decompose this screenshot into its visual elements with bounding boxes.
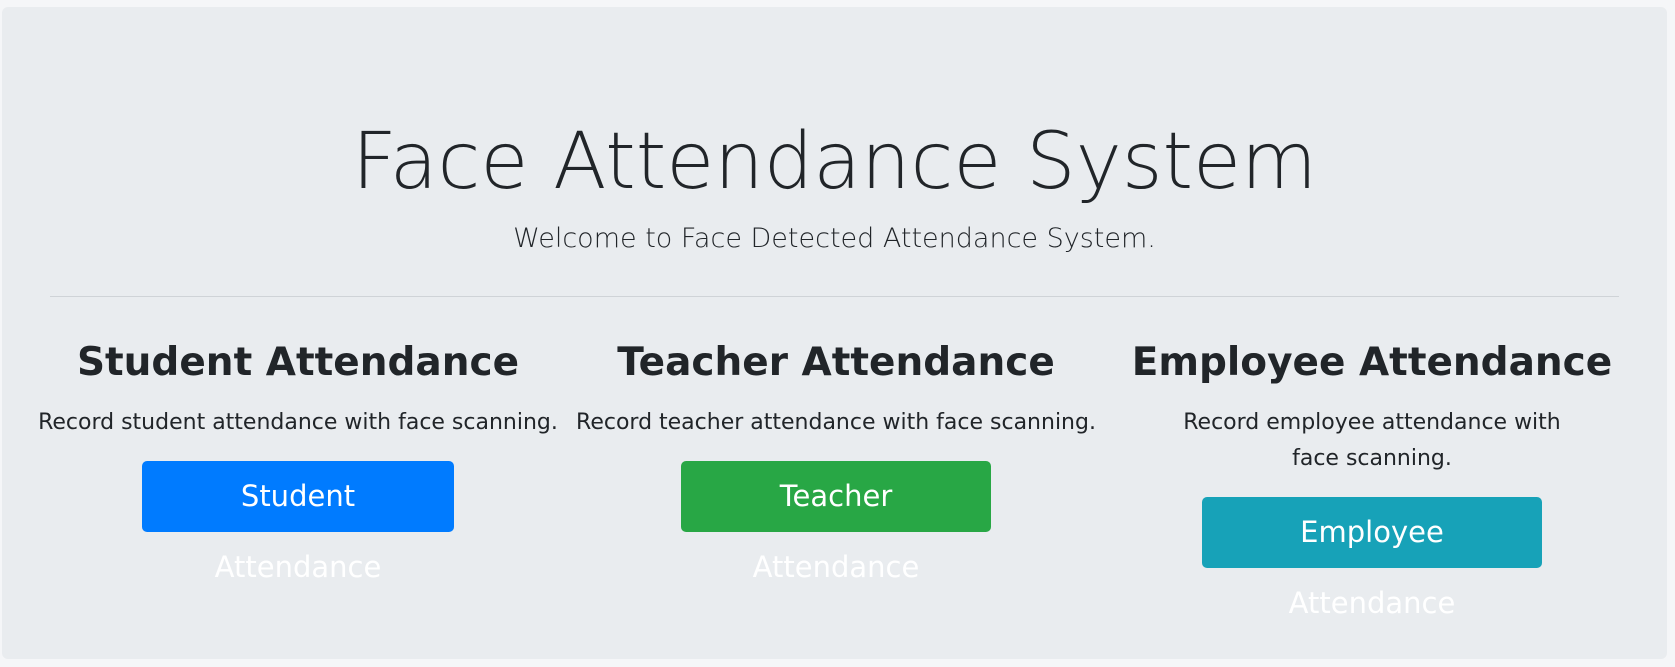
student-attendance-button[interactable]: Student Attendance [142, 461, 454, 584]
divider [50, 296, 1619, 297]
student-description: Record student attendance with face scan… [38, 410, 558, 435]
page-subtitle: Welcome to Face Detected Attendance Syst… [513, 223, 1156, 254]
employee-section: Employee Attendance Record employee atte… [1112, 337, 1632, 620]
jumbotron: Face Attendance System Welcome to Face D… [2, 7, 1667, 659]
student-heading: Student Attendance [76, 340, 520, 385]
employee-heading: Employee Attendance [1131, 340, 1613, 385]
employee-description: Record employee attendance with face sca… [1183, 410, 1561, 471]
employee-attendance-button[interactable]: Employee Attendance [1202, 497, 1542, 620]
page-title: Face Attendance System [351, 117, 1318, 207]
student-section: Student Attendance Record student attend… [38, 337, 558, 584]
teacher-heading: Teacher Attendance [617, 340, 1055, 385]
teacher-attendance-button[interactable]: Teacher Attendance [681, 461, 991, 584]
teacher-section: Teacher Attendance Record teacher attend… [576, 337, 1096, 584]
teacher-description: Record teacher attendance with face scan… [576, 410, 1096, 435]
